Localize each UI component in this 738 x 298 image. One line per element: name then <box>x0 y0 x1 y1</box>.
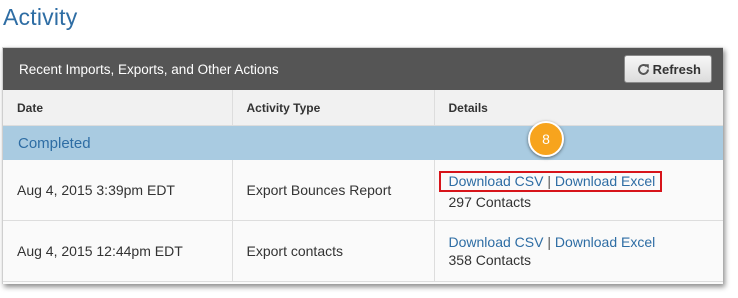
group-label: Completed <box>3 125 723 160</box>
panel-header: Recent Imports, Exports, and Other Actio… <box>3 48 723 90</box>
download-csv-link[interactable]: Download CSV <box>449 173 544 189</box>
row-details: Download CSV | Download Excel 297 Contac… <box>434 160 723 221</box>
row-date: Aug 4, 2015 3:39pm EDT <box>3 160 233 221</box>
row-activity-type: Export Bounces Report <box>232 160 435 221</box>
step-number-badge: 8 <box>528 121 564 157</box>
table-row: Aug 4, 2015 3:39pm EDT Export Bounces Re… <box>3 160 723 221</box>
column-header-activity-type[interactable]: Activity Type <box>232 90 435 126</box>
table-row: Aug 4, 2015 12:44pm EDT Export contacts … <box>3 220 723 282</box>
download-excel-link[interactable]: Download Excel <box>555 173 655 189</box>
panel-title: Recent Imports, Exports, and Other Actio… <box>19 61 279 77</box>
activity-panel: Recent Imports, Exports, and Other Actio… <box>2 47 723 284</box>
refresh-label: Refresh <box>652 61 701 77</box>
column-header-details[interactable]: Details <box>434 90 723 126</box>
refresh-icon <box>637 63 649 75</box>
column-header-date[interactable]: Date <box>3 90 233 126</box>
page-title: Activity <box>3 4 78 30</box>
group-row-completed: Completed <box>3 125 723 160</box>
highlight-box: Download CSV | Download Excel <box>438 170 663 192</box>
contact-count: 297 Contacts <box>448 193 532 210</box>
download-csv-link[interactable]: Download CSV <box>449 234 544 250</box>
download-excel-link[interactable]: Download Excel <box>555 234 655 250</box>
contact-count: 358 Contacts <box>448 252 532 268</box>
row-date: Aug 4, 2015 12:44pm EDT <box>3 220 233 282</box>
link-separator: | <box>547 172 551 189</box>
table-header-row: Date Activity Type Details <box>3 90 723 126</box>
link-separator: | <box>547 234 551 250</box>
refresh-button[interactable]: Refresh <box>623 55 712 83</box>
row-details: Download CSV | Download Excel 358 Contac… <box>434 220 723 282</box>
activity-table: Date Activity Type Details Completed Aug… <box>3 90 723 282</box>
row-activity-type: Export contacts <box>232 220 435 282</box>
